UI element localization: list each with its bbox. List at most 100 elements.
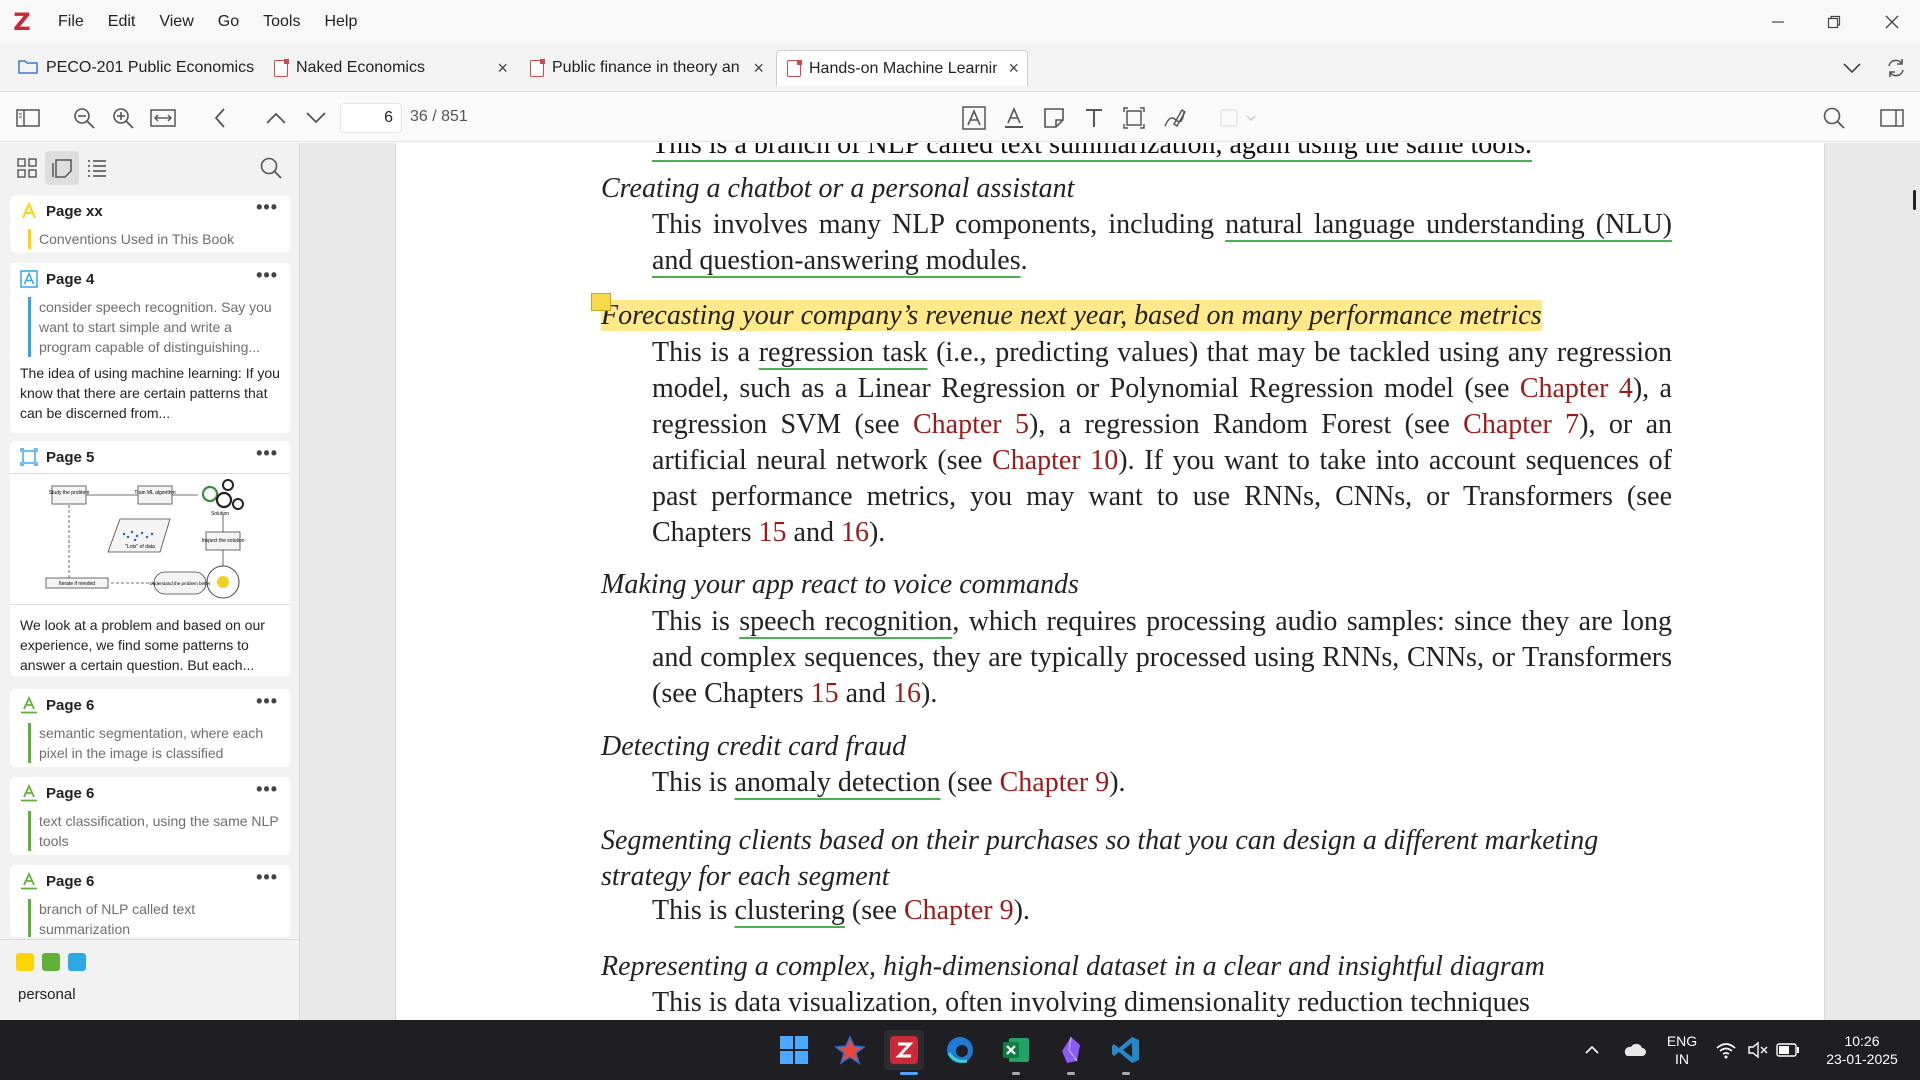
tab-peco-201[interactable]: PECO-201 Public Economics xyxy=(8,50,256,86)
menu-tools[interactable]: Tools xyxy=(251,13,312,31)
annotation-page-label: Page xx xyxy=(46,202,103,220)
zoom-in-icon[interactable] xyxy=(109,104,137,132)
text-line: This is a branch of NLP called text summ… xyxy=(652,143,1532,160)
annotation-card[interactable]: Page 5 ••• Study the problem Train ML al… xyxy=(10,441,290,677)
annotation-card[interactable]: Page 6 ••• semantic segmentation, where … xyxy=(10,689,290,767)
edge-browser-icon[interactable] xyxy=(940,1030,980,1070)
underlined-text[interactable]: clustering xyxy=(734,895,844,926)
chapter-link[interactable]: Chapter 9 xyxy=(904,895,1014,926)
pdf-page[interactable]: This is a branch of NLP called text summ… xyxy=(395,143,1825,1020)
chapter-link[interactable]: Chapter 9 xyxy=(1000,767,1110,798)
more-options-icon[interactable]: ••• xyxy=(256,867,278,888)
tab-label: Naked Economics xyxy=(296,59,425,76)
chapter-link[interactable]: Chapter 4 xyxy=(1520,373,1633,404)
outline-view-icon[interactable] xyxy=(80,151,114,185)
underlined-text[interactable]: regression task xyxy=(759,337,928,368)
menu-help[interactable]: Help xyxy=(312,13,369,31)
tab-naked-economics[interactable]: Naked Economics × xyxy=(264,50,516,86)
menu-go[interactable]: Go xyxy=(206,13,251,31)
more-options-icon[interactable]: ••• xyxy=(256,779,278,800)
underlined-text[interactable]: speech recognition xyxy=(739,606,952,637)
chapter-link[interactable]: 15 xyxy=(811,678,839,709)
onedrive-cloud-icon[interactable] xyxy=(1614,1030,1654,1070)
color-picker-dropdown[interactable] xyxy=(1218,104,1262,132)
ink-tool-icon[interactable] xyxy=(1160,104,1188,132)
chapter-link[interactable]: Chapter 10 xyxy=(992,445,1118,476)
chapter-link[interactable]: Chapter 5 xyxy=(913,409,1029,440)
note-marker-icon[interactable] xyxy=(591,293,611,311)
text-highlight-tool-icon[interactable] xyxy=(960,104,988,132)
entry-body: This is data visualization, often involv… xyxy=(652,987,1530,1018)
underline-tool-icon[interactable] xyxy=(1000,104,1028,132)
entry-body: This is anomaly detection (see Chapter 9… xyxy=(652,765,1672,801)
annotation-card[interactable]: Page 6 ••• branch of NLP called text sum… xyxy=(10,865,290,937)
excel-icon[interactable] xyxy=(996,1030,1036,1070)
context-pane-toggle-icon[interactable] xyxy=(1878,104,1906,132)
annotations-view-icon[interactable] xyxy=(45,151,79,185)
text-tool-icon[interactable] xyxy=(1080,104,1108,132)
tab-public-finance[interactable]: Public finance in theory and practice × xyxy=(520,50,772,86)
obsidian-icon[interactable] xyxy=(1051,1030,1091,1070)
fit-width-icon[interactable] xyxy=(149,104,177,132)
zotero-taskbar-icon[interactable] xyxy=(884,1030,924,1070)
search-annotations-icon[interactable] xyxy=(254,151,288,185)
close-window-icon[interactable] xyxy=(1864,0,1920,44)
entry-body: This is a regression task (i.e., predict… xyxy=(652,335,1672,551)
menu-file[interactable]: File xyxy=(46,13,96,31)
thumbnails-view-icon[interactable] xyxy=(10,151,44,185)
input-language[interactable]: ENG IN xyxy=(1664,1032,1700,1068)
back-icon[interactable] xyxy=(206,104,234,132)
entry-title: Representing a complex, high-dimensional… xyxy=(601,951,1545,982)
more-options-icon[interactable]: ••• xyxy=(256,443,278,464)
chapter-link[interactable]: 16 xyxy=(841,517,869,548)
annotation-card[interactable]: Page 4 ••• consider speech recognition. … xyxy=(10,263,290,433)
zoom-out-icon[interactable] xyxy=(70,104,98,132)
app-icon-star[interactable] xyxy=(830,1030,870,1070)
scrollbar-thumb[interactable] xyxy=(1913,190,1916,210)
body-text: ). xyxy=(1013,895,1030,926)
minimize-icon[interactable] xyxy=(1750,0,1806,44)
green-filter-swatch[interactable] xyxy=(42,953,60,971)
chevron-down-icon[interactable] xyxy=(1838,56,1866,80)
underlined-text[interactable]: anomaly detection xyxy=(734,767,940,798)
battery-icon[interactable] xyxy=(1768,1030,1808,1070)
menu-edit[interactable]: Edit xyxy=(96,13,148,31)
tab-hands-on-ml[interactable]: Hands-on Machine Learning × xyxy=(776,50,1028,86)
note-tool-icon[interactable] xyxy=(1040,104,1068,132)
sidebar-tools xyxy=(0,143,299,191)
body-text: ). xyxy=(868,517,886,548)
chapter-link[interactable]: Chapter 7 xyxy=(1463,409,1579,440)
clock[interactable]: 10:26 23-01-2025 xyxy=(1812,1032,1912,1068)
tab-bar: PECO-201 Public Economics Naked Economic… xyxy=(0,44,1920,92)
previous-page-icon[interactable] xyxy=(262,104,290,132)
chapter-link[interactable]: 15 xyxy=(759,517,787,548)
next-page-icon[interactable] xyxy=(302,104,330,132)
diagram-label: Train ML algorithm xyxy=(134,490,175,496)
more-options-icon[interactable]: ••• xyxy=(256,197,278,218)
entry-title-highlighted[interactable]: Forecasting your company’s revenue next … xyxy=(601,300,1542,332)
annotation-card[interactable]: Page 6 ••• text classification, using th… xyxy=(10,777,290,855)
body-text: ), a regression Random Forest (see xyxy=(1029,409,1464,440)
close-tab-icon[interactable]: × xyxy=(497,58,508,79)
blue-filter-swatch[interactable] xyxy=(68,953,86,971)
close-tab-icon[interactable]: × xyxy=(1008,58,1019,79)
close-tab-icon[interactable]: × xyxy=(753,58,764,79)
yellow-filter-swatch[interactable] xyxy=(16,953,34,971)
tag-filter-personal[interactable]: personal xyxy=(18,986,76,1003)
chapter-link[interactable]: 16 xyxy=(893,678,921,709)
chevron-up-icon[interactable] xyxy=(1572,1030,1612,1070)
highlighted-text[interactable]: Forecasting your company’s revenue next … xyxy=(601,300,1542,331)
page-number-input[interactable]: 6 xyxy=(340,103,402,133)
annotation-card[interactable]: Page xx ••• Conventions Used in This Boo… xyxy=(10,195,290,253)
menu-view[interactable]: View xyxy=(147,13,205,31)
sync-icon[interactable] xyxy=(1882,54,1910,82)
area-select-tool-icon[interactable] xyxy=(1120,104,1148,132)
more-options-icon[interactable]: ••• xyxy=(256,691,278,712)
vscode-icon[interactable] xyxy=(1106,1030,1146,1070)
restore-icon[interactable] xyxy=(1806,0,1862,44)
body-text: This is xyxy=(652,895,735,926)
toggle-sidebar-icon[interactable] xyxy=(14,104,42,132)
more-options-icon[interactable]: ••• xyxy=(256,265,278,286)
search-icon[interactable] xyxy=(1820,104,1848,132)
windows-start-icon[interactable] xyxy=(774,1030,814,1070)
